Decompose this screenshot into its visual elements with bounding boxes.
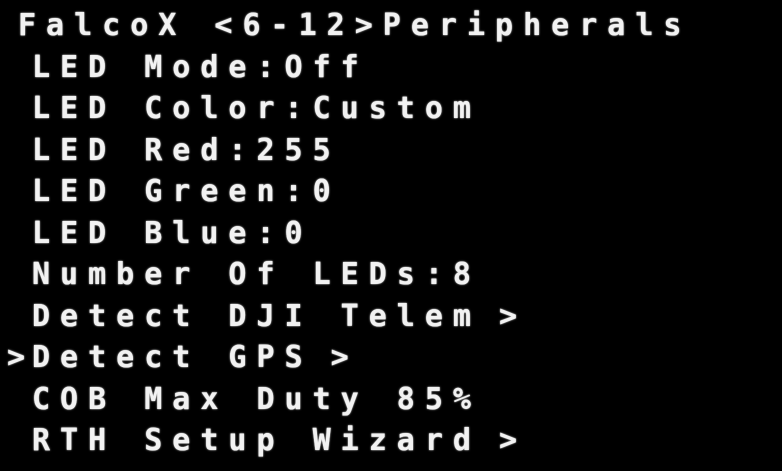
submenu-arrow-icon: >: [498, 298, 518, 334]
menu-item[interactable]: RTH Setup Wizard >: [0, 421, 517, 461]
menu-item[interactable]: Detect DJI Telem >: [0, 296, 517, 336]
menu-item-label: LED Color:Custom: [32, 91, 481, 126]
menu-item[interactable]: Number Of LEDs:8: [0, 255, 481, 295]
menu-item-label: LED Red:255: [32, 132, 341, 168]
menu-item-label: Number Of LEDs:8: [32, 257, 481, 292]
menu-item[interactable]: LED Green:0: [0, 172, 341, 212]
menu-item-label: COB Max Duty 85%: [32, 381, 481, 417]
menu-item[interactable]: LED Mode:Off: [0, 47, 369, 87]
menu-item[interactable]: LED Red:255: [0, 130, 341, 170]
menu-item[interactable]: > Detect GPS >: [0, 338, 349, 378]
osd-screen: FalcoX <6-12>Peripherals LED Mode:Off LED…: [0, 0, 782, 471]
menu-item-label: Detect GPS: [32, 340, 313, 375]
selection-cursor: >: [6, 340, 26, 375]
menu-item-label: LED Mode:Off: [32, 49, 369, 85]
menu-title: FalcoX <6-12>Peripherals: [18, 7, 692, 43]
menu-item[interactable]: LED Blue:0: [0, 213, 313, 253]
menu-item-label: RTH Setup Wizard: [32, 423, 481, 458]
menu-title-row: FalcoX <6-12>Peripherals: [0, 5, 691, 45]
menu-item-label: LED Green:0: [32, 174, 341, 209]
menu-item-label: LED Blue:0: [32, 215, 313, 251]
menu-item[interactable]: LED Color:Custom: [0, 89, 481, 129]
menu-item-label: Detect DJI Telem: [32, 298, 481, 334]
submenu-arrow-icon: >: [330, 340, 349, 375]
submenu-arrow-icon: >: [498, 423, 518, 458]
menu-item[interactable]: COB Max Duty 85%: [0, 379, 481, 419]
